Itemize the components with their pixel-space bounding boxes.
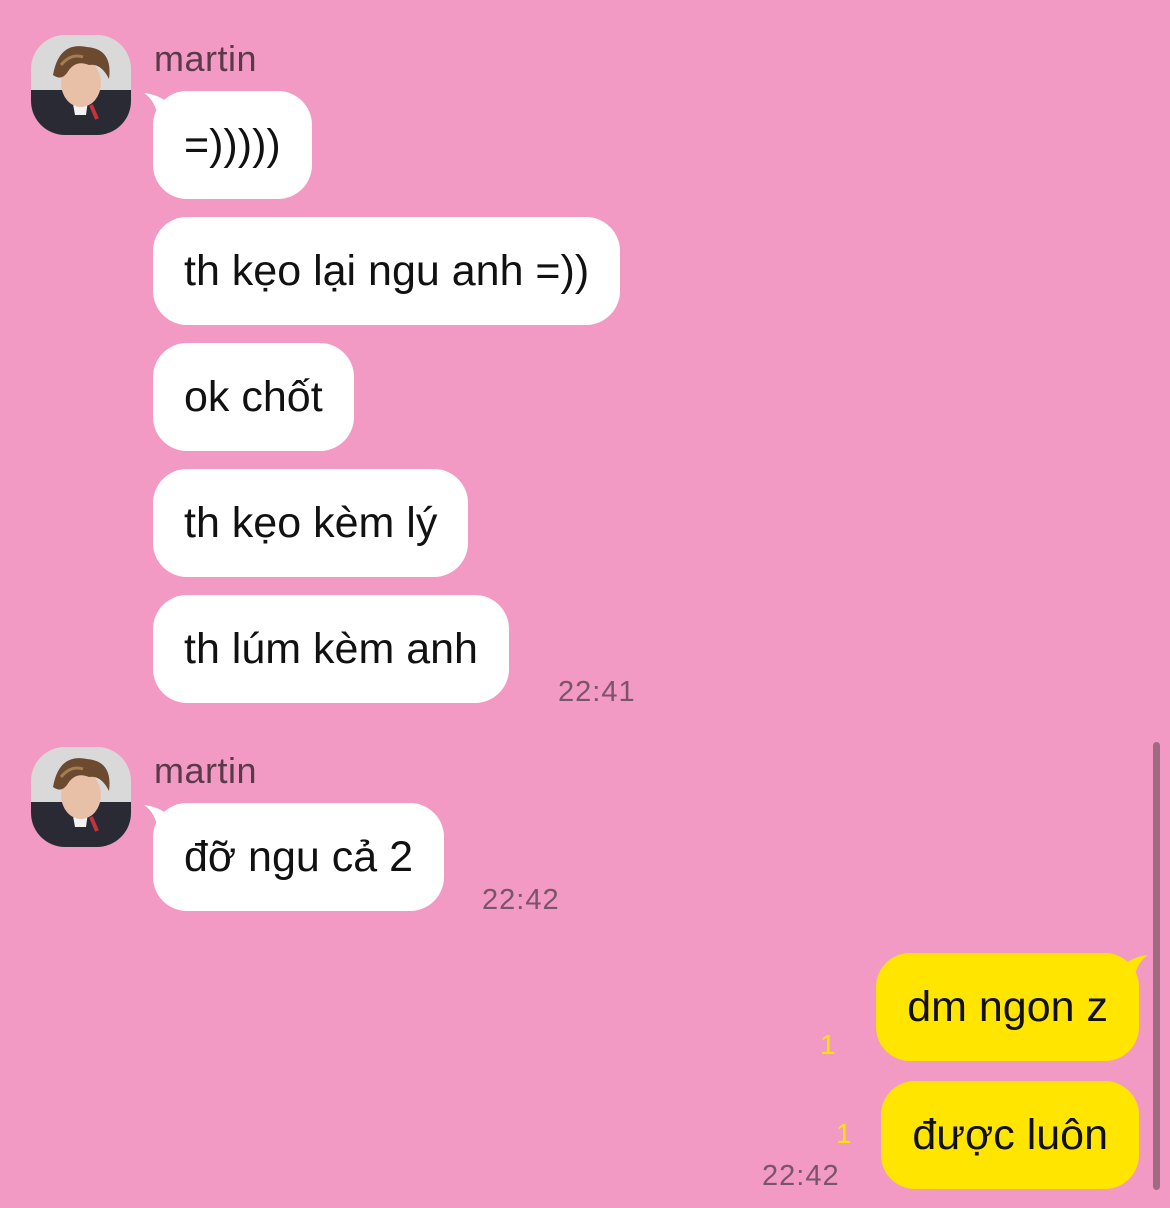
- message-bubble[interactable]: ok chốt: [153, 343, 354, 451]
- message-text: th kẹo lại ngu anh =)): [184, 247, 590, 295]
- scrollbar[interactable]: [1153, 742, 1160, 1190]
- my-message-bubble[interactable]: được luôn: [881, 1081, 1139, 1189]
- unread-count-badge: 1: [820, 1029, 836, 1060]
- message-time: 22:42: [762, 1160, 840, 1192]
- sender-name: martin: [154, 750, 258, 791]
- my-message-bubble[interactable]: dm ngon z: [876, 953, 1139, 1061]
- message-time: 22:41: [558, 676, 636, 708]
- sender-name: martin: [154, 38, 258, 79]
- message-bubble[interactable]: đỡ ngu cả 2: [153, 803, 445, 911]
- message-text: ok chốt: [184, 373, 323, 421]
- message-time: 22:42: [482, 884, 560, 916]
- avatar-image: [31, 35, 131, 135]
- message-text: đỡ ngu cả 2: [184, 833, 414, 881]
- message-text: dm ngon z: [907, 983, 1108, 1031]
- avatar-image: [31, 747, 131, 847]
- message-text: =))))): [184, 121, 281, 169]
- message-text: th lúm kèm anh: [184, 625, 478, 673]
- message-bubble[interactable]: =))))): [153, 91, 312, 199]
- chat-view: martin =))))) th kẹo lại ngu anh =)) ok …: [0, 0, 1170, 1208]
- avatar[interactable]: [31, 747, 131, 847]
- message-text: được luôn: [912, 1111, 1108, 1159]
- message-text: th kẹo kèm lý: [184, 499, 438, 547]
- unread-count-badge: 1: [836, 1118, 852, 1149]
- message-bubble[interactable]: th lúm kèm anh: [153, 595, 509, 703]
- avatar[interactable]: [31, 35, 131, 135]
- message-bubble[interactable]: th kẹo kèm lý: [153, 469, 469, 577]
- message-bubble[interactable]: th kẹo lại ngu anh =)): [153, 217, 621, 325]
